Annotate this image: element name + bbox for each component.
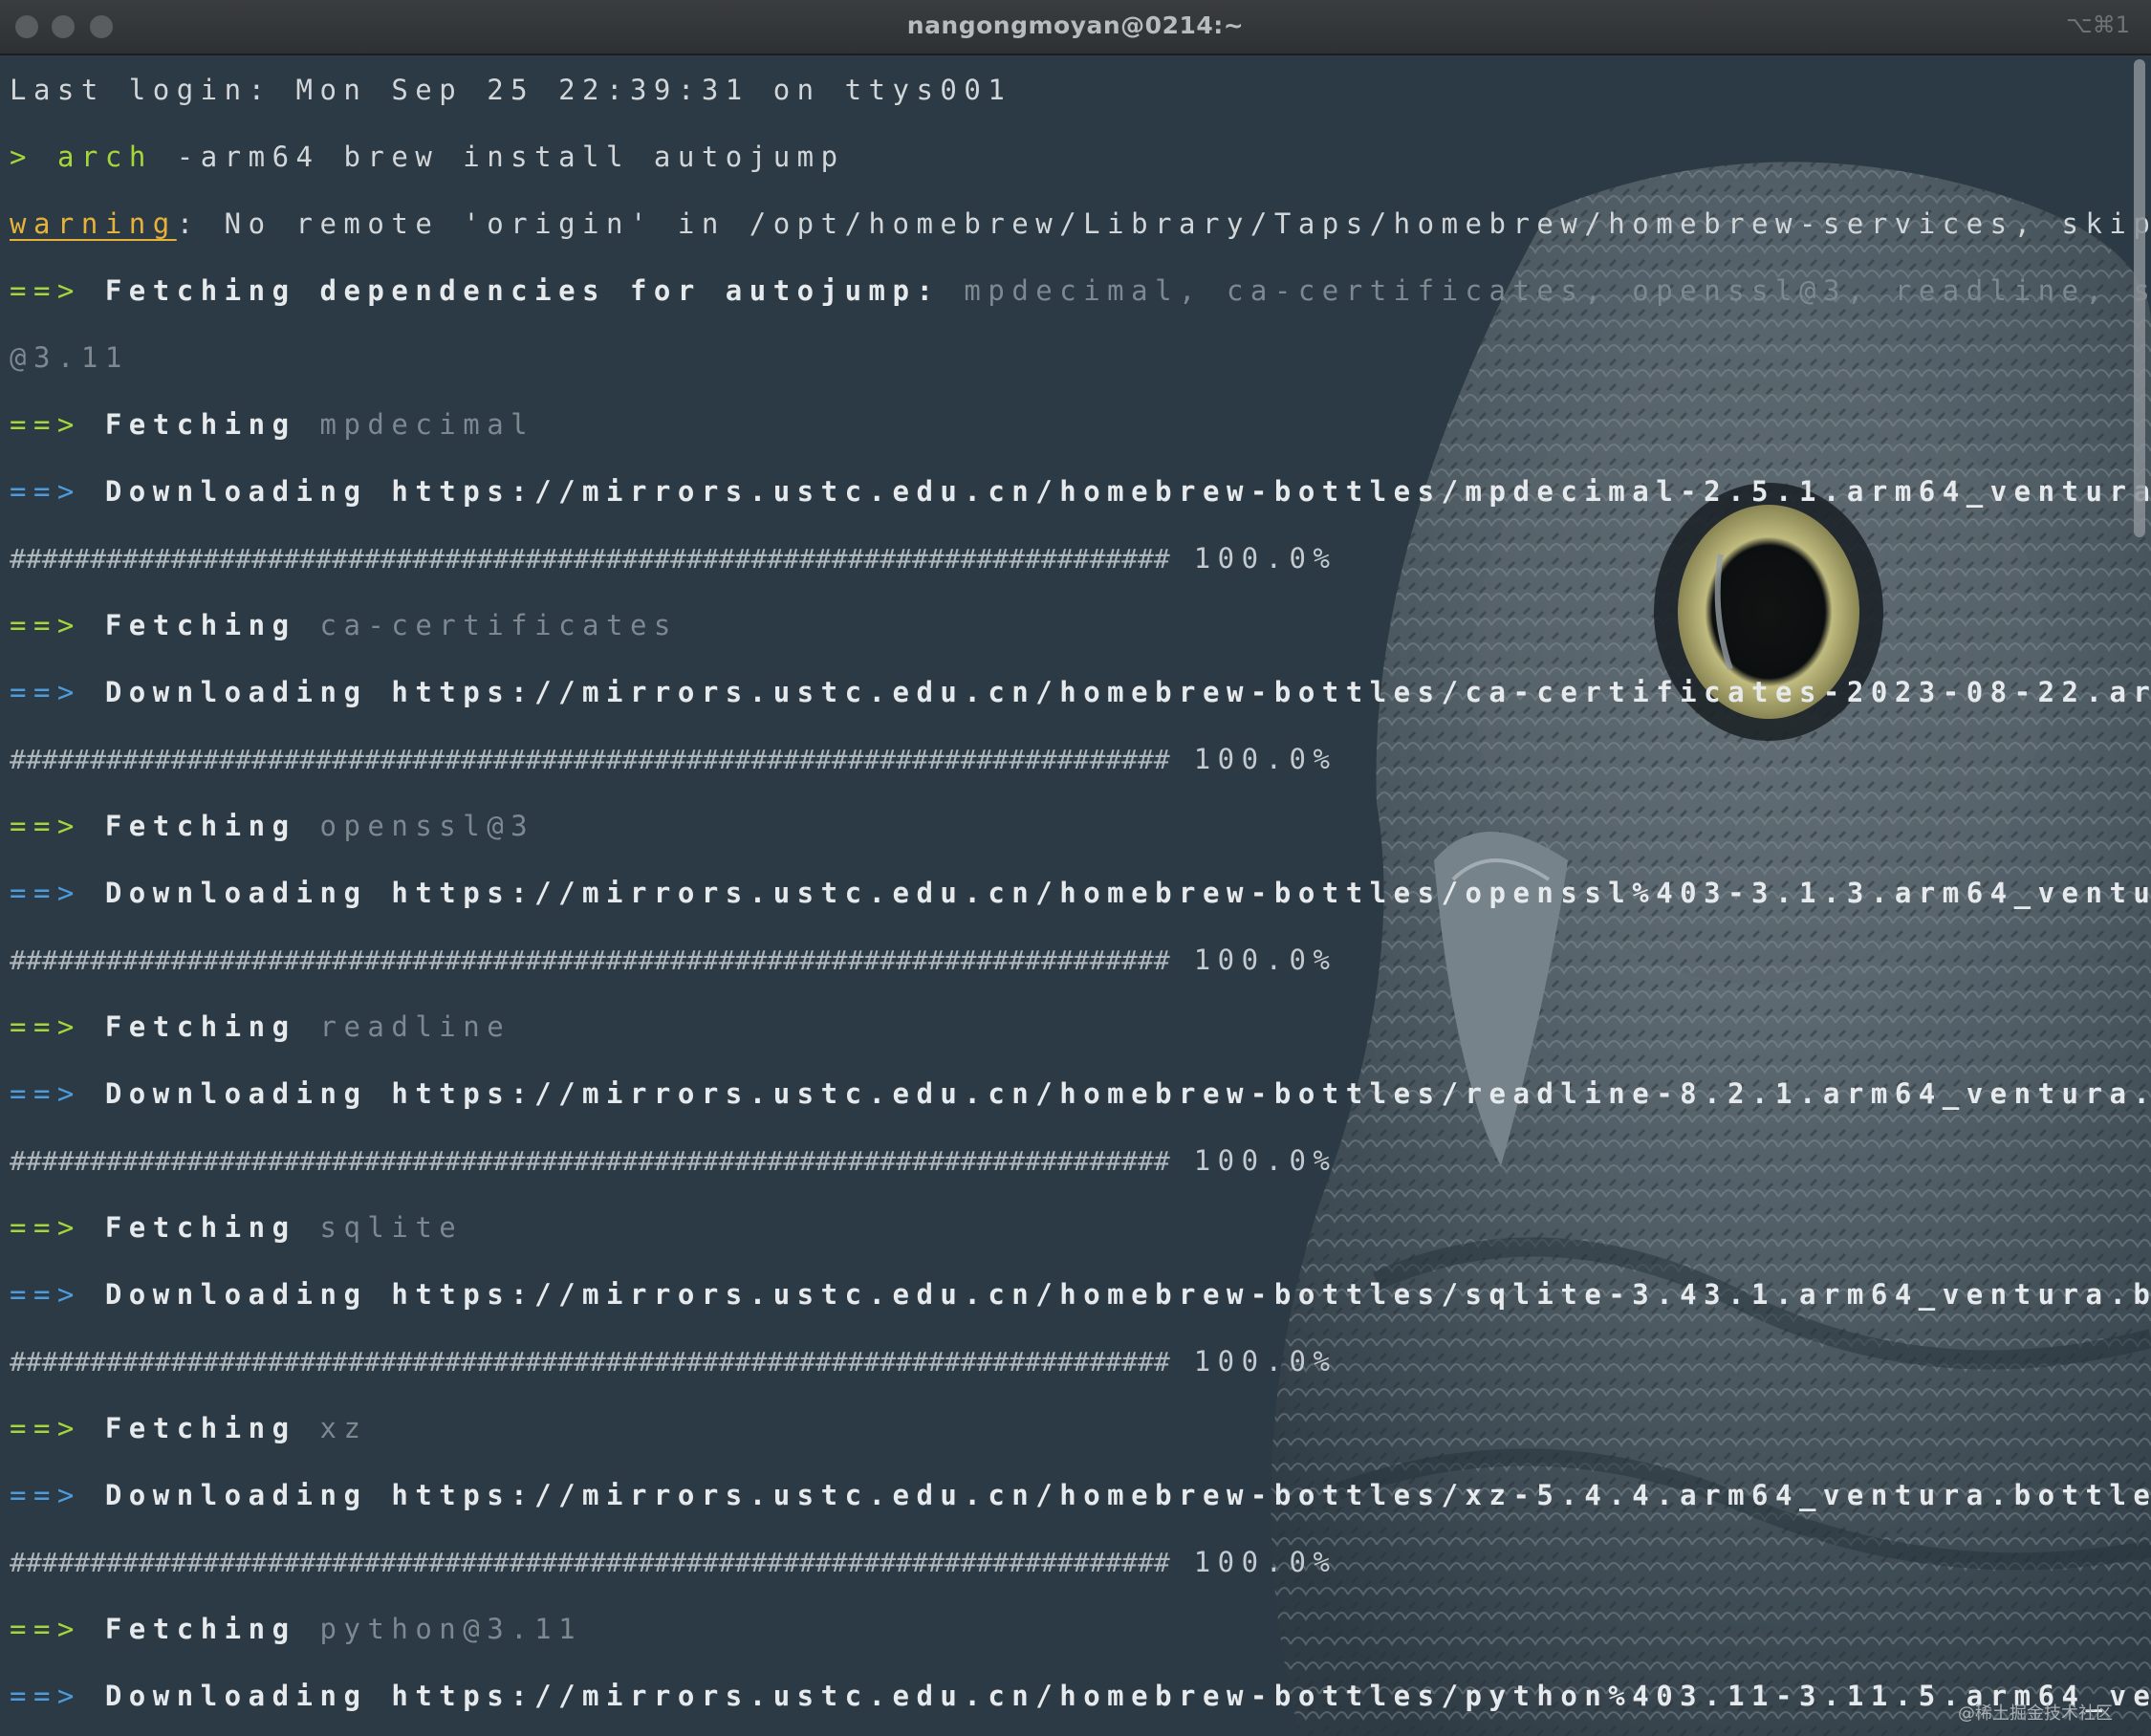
- downloading-line: ==> Downloading https://mirrors.ustc.edu…: [10, 1680, 2151, 1712]
- window-shortcut: ⌥⌘1: [2066, 11, 2130, 38]
- fetch-deps-label: Fetching dependencies for autojump:: [80, 274, 941, 307]
- downloading-line: ==> Downloading https://mirrors.ustc.edu…: [10, 475, 2151, 508]
- command-line: > arch -arm64 brew install autojump: [10, 140, 845, 174]
- fetching-line: ==> Fetching openssl@3: [10, 810, 535, 842]
- scrollbar-thumb[interactable]: [2134, 59, 2145, 537]
- command-name: arch: [56, 141, 153, 173]
- fetch-deps-tail-line: @3.11: [10, 341, 129, 374]
- terminal-output[interactable]: Last login: Mon Sep 25 22:39:31 on ttys0…: [0, 55, 2151, 1736]
- progress-line: ########################################…: [10, 743, 1337, 775]
- downloading-line: ==> Downloading https://mirrors.ustc.edu…: [10, 877, 2151, 909]
- watermark: @稀土掘金技术社区: [1958, 1703, 2113, 1724]
- fetching-line: ==> Fetching sqlite: [10, 1211, 464, 1244]
- progress-line: ########################################…: [10, 1345, 1337, 1378]
- fetching-line: ==> Fetching python@3.11: [10, 1613, 583, 1645]
- fetching-line: ==> Fetching mpdecimal: [10, 408, 535, 441]
- progress-line: ########################################…: [10, 1546, 1337, 1578]
- title-bar[interactable]: nangongmoyan@0214:~ ⌥⌘1: [0, 0, 2151, 55]
- downloading-line: ==> Downloading https://mirrors.ustc.edu…: [10, 1278, 2151, 1311]
- progress-line: ########################################…: [10, 1144, 1337, 1177]
- progress-line: ########################################…: [10, 542, 1337, 575]
- warning-label: warning: [10, 207, 177, 240]
- arrow: ==>: [10, 274, 81, 307]
- fetching-line: ==> Fetching ca-certificates: [10, 609, 678, 641]
- downloading-line: ==> Downloading https://mirrors.ustc.edu…: [10, 676, 2151, 708]
- fetching-line: ==> Fetching xz: [10, 1412, 368, 1444]
- command-args: -arm64 brew install autojump: [152, 141, 845, 173]
- fetching-line: ==> Fetching readline: [10, 1010, 511, 1043]
- window-title: nangongmoyan@0214:~: [906, 11, 1245, 39]
- warning-line: warning: No remote 'origin' in /opt/home…: [10, 206, 2151, 241]
- warning-text: : No remote 'origin' in /opt/homebrew/Li…: [176, 207, 2151, 240]
- prompt-symbol: >: [10, 141, 33, 173]
- terminal-window: nangongmoyan@0214:~ ⌥⌘1 Last login: Mon …: [0, 0, 2151, 1736]
- downloading-line: ==> Downloading https://mirrors.ustc.edu…: [10, 1479, 2151, 1511]
- fetch-deps-list: mpdecimal, ca-certificates, openssl@3, r…: [964, 274, 2151, 307]
- fetch-deps-line: ==> Fetching dependencies for autojump: …: [10, 273, 2151, 308]
- progress-line: ########################################…: [10, 944, 1337, 976]
- last-login-line: Last login: Mon Sep 25 22:39:31 on ttys0…: [10, 74, 1012, 106]
- vertical-scrollbar[interactable]: [2134, 59, 2145, 1732]
- downloading-line: ==> Downloading https://mirrors.ustc.edu…: [10, 1077, 2151, 1110]
